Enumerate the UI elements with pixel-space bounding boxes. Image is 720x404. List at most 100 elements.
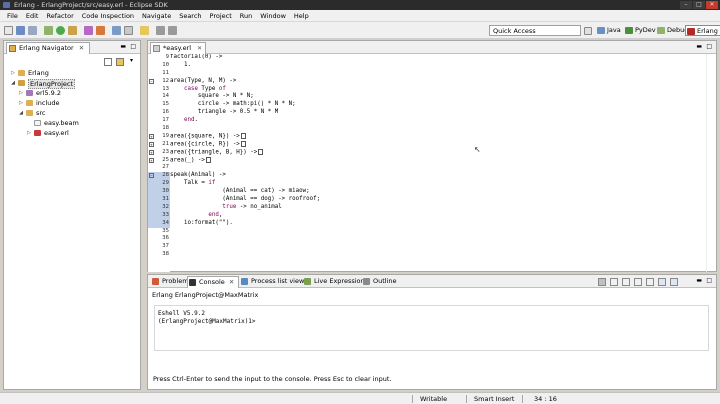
tab-outline[interactable]: Outline <box>362 276 397 288</box>
tree-item-include[interactable]: ▷ include <box>4 98 140 108</box>
terminate-icon[interactable] <box>598 278 606 286</box>
perspective-java[interactable]: Java <box>596 25 621 36</box>
menu-search[interactable]: Search <box>175 12 205 20</box>
open-type-icon[interactable] <box>112 26 121 35</box>
tab-console[interactable]: Console ✕ <box>187 276 240 288</box>
code-line[interactable]: end, <box>170 212 706 220</box>
open-perspective-icon[interactable] <box>584 27 592 35</box>
collapse-all-icon[interactable] <box>104 58 112 66</box>
menu-navigate[interactable]: Navigate <box>138 12 175 20</box>
tree-item-erl-library[interactable]: ▷ erl5.9.2 <box>4 88 140 98</box>
close-tab-icon[interactable]: ✕ <box>229 278 234 286</box>
remove-launch-icon[interactable] <box>610 278 618 286</box>
code-line[interactable]: square -> N * N; <box>170 93 706 101</box>
minimize-view-icon[interactable]: ▬ <box>120 43 126 50</box>
fold-toggle-icon[interactable]: + <box>149 141 154 147</box>
expand-arrow-icon[interactable]: ▷ <box>18 98 24 108</box>
collapse-arrow-icon[interactable]: ◢ <box>18 108 24 118</box>
menu-file[interactable]: File <box>3 12 22 20</box>
folded-block-icon[interactable] <box>205 156 211 163</box>
expand-arrow-icon[interactable]: ▷ <box>18 88 24 98</box>
menu-window[interactable]: Window <box>256 12 290 20</box>
pin-console-icon[interactable] <box>646 278 654 286</box>
code-line[interactable]: (Animal == cat) -> miaow; <box>170 188 706 196</box>
code-area[interactable]: factorial(0) -> 1. area(Type, N, M) -> ca… <box>170 54 706 272</box>
code-line[interactable] <box>170 251 706 259</box>
code-line[interactable] <box>170 235 706 243</box>
code-line[interactable]: Talk = if <box>170 180 706 188</box>
tab-process-list-view[interactable]: Process list view <box>240 276 304 288</box>
new-module-icon[interactable] <box>96 26 105 35</box>
maximize-view-icon[interactable]: □ <box>706 43 712 50</box>
open-console-icon[interactable] <box>670 278 678 286</box>
editor-scrollbar[interactable] <box>706 54 716 272</box>
folded-block-icon[interactable] <box>240 132 246 139</box>
collapse-arrow-icon[interactable]: ◢ <box>10 78 16 88</box>
link-with-editor-icon[interactable] <box>116 58 124 66</box>
code-line[interactable]: factorial(0) -> <box>170 54 706 62</box>
code-line[interactable]: case Type of <box>170 86 706 94</box>
quick-access-input[interactable]: Quick Access <box>489 25 581 36</box>
fold-toggle-icon[interactable]: + <box>149 157 154 163</box>
save-all-icon[interactable] <box>28 26 37 35</box>
perspective-erlang[interactable]: Erlang <box>685 25 720 36</box>
tab-easy-erl[interactable]: *easy.erl ✕ <box>150 42 207 54</box>
fold-toggle-icon[interactable]: − <box>149 78 154 84</box>
forward-icon[interactable] <box>168 26 177 35</box>
code-line[interactable]: area({triangle, B, H}) -> <box>170 148 706 157</box>
maximize-button[interactable]: □ <box>693 1 705 9</box>
menu-run[interactable]: Run <box>236 12 256 20</box>
console-output[interactable]: Eshell V5.9.2 (ErlangProject@MaxMatrix)1… <box>154 305 709 351</box>
display-console-icon[interactable] <box>658 278 666 286</box>
tab-problems[interactable]: Problems <box>151 276 192 288</box>
close-window-button[interactable]: ✕ <box>706 1 718 9</box>
code-line[interactable]: area({circle, R}) -> <box>170 140 706 149</box>
erlang-icon[interactable] <box>84 26 93 35</box>
code-line[interactable] <box>170 228 706 236</box>
save-icon[interactable] <box>16 26 25 35</box>
debug-icon[interactable] <box>44 26 53 35</box>
menu-project[interactable]: Project <box>206 12 236 20</box>
minimize-button[interactable]: – <box>680 1 692 9</box>
code-line[interactable]: circle -> math:pi() * N * N; <box>170 101 706 109</box>
code-line[interactable] <box>170 125 706 133</box>
close-tab-icon[interactable]: ✕ <box>197 43 202 54</box>
code-line[interactable]: 1. <box>170 62 706 70</box>
expand-arrow-icon[interactable]: ▷ <box>26 128 32 138</box>
tree-item-erlangproject[interactable]: ◢ ErlangProject <box>4 78 140 89</box>
code-line[interactable]: true -> no_animal <box>170 204 706 212</box>
maximize-view-icon[interactable]: □ <box>706 277 712 284</box>
code-line[interactable]: (Animal == dog) -> roofroof; <box>170 196 706 204</box>
code-line[interactable]: area({square, N}) -> <box>170 132 706 141</box>
run-icon[interactable] <box>56 26 65 35</box>
code-line[interactable] <box>170 70 706 78</box>
tree-item-src[interactable]: ◢ src <box>4 108 140 118</box>
folded-block-icon[interactable] <box>258 148 264 155</box>
menu-code-inspection[interactable]: Code Inspection <box>78 12 138 20</box>
view-menu-icon[interactable]: ▾ <box>130 57 133 64</box>
clear-console-icon[interactable] <box>622 278 630 286</box>
menu-help[interactable]: Help <box>290 12 313 20</box>
code-line[interactable]: end. <box>170 117 706 125</box>
fold-toggle-icon[interactable]: + <box>149 149 154 155</box>
close-tab-icon[interactable]: ✕ <box>79 44 84 52</box>
minimize-view-icon[interactable]: ▬ <box>696 43 702 50</box>
tab-erlang-navigator[interactable]: Erlang Navigator ✕ <box>6 42 91 54</box>
code-line[interactable]: area(Type, N, M) -> <box>170 78 706 86</box>
folded-block-icon[interactable] <box>240 140 246 147</box>
new-icon[interactable] <box>4 26 13 35</box>
expand-arrow-icon[interactable]: ▷ <box>10 68 16 78</box>
search-icon[interactable] <box>124 26 133 35</box>
code-line[interactable]: triangle -> 0.5 * N * M <box>170 109 706 117</box>
tree-item-easy-erl[interactable]: ▷ easy.erl <box>4 128 140 138</box>
annotation-icon[interactable] <box>140 26 149 35</box>
code-line[interactable]: area(_) -> <box>170 156 706 165</box>
menu-edit[interactable]: Edit <box>22 12 43 20</box>
code-line[interactable]: io:format(""). <box>170 220 706 228</box>
external-tools-icon[interactable] <box>68 26 77 35</box>
menu-refactor[interactable]: Refactor <box>42 12 77 20</box>
fold-toggle-icon[interactable]: − <box>149 173 154 179</box>
code-line[interactable] <box>170 243 706 251</box>
code-line[interactable]: speak(Animal) -> <box>170 172 706 180</box>
back-icon[interactable] <box>156 26 165 35</box>
